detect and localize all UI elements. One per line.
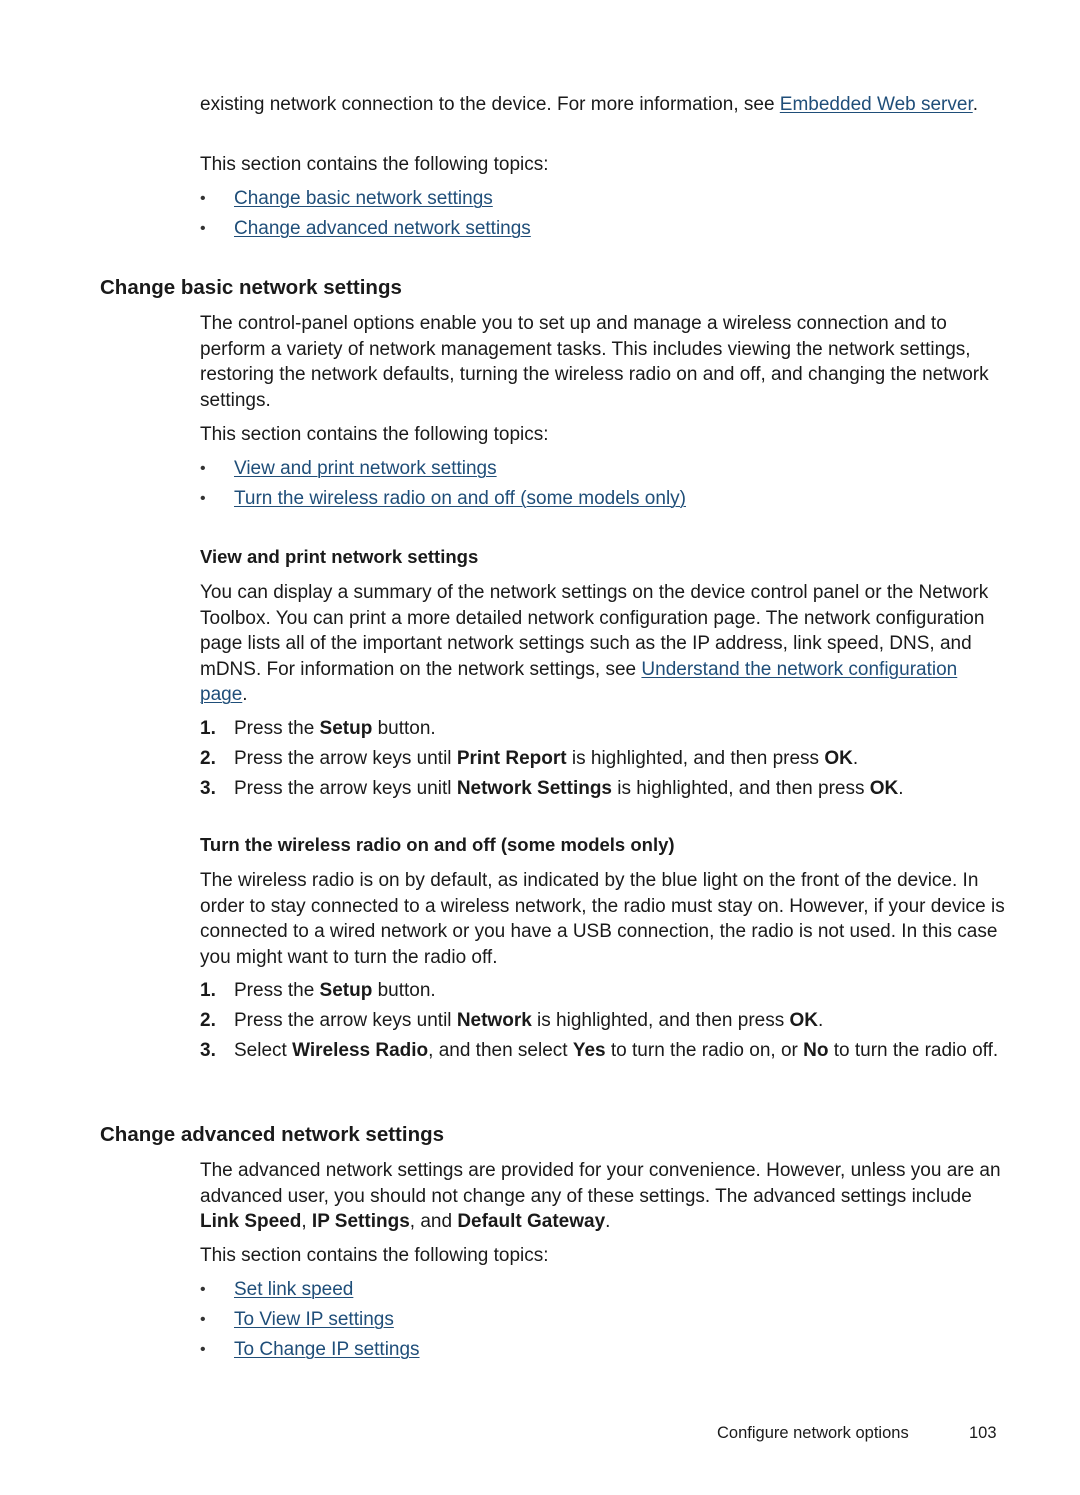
basic-topic-list: • View and print network settings • Turn t… <box>200 454 1010 514</box>
wireless-paragraph: The wireless radio is on by default, as … <box>200 870 1005 968</box>
list-item: • Set link speed <box>200 1275 1010 1305</box>
step-item: 3. Select Wireless Radio, and then select… <box>200 1038 1010 1064</box>
topic-link-view-ip[interactable]: To View IP settings <box>234 1309 394 1330</box>
advanced-topics-label: This section contains the following topi… <box>200 1245 549 1266</box>
bullet-icon: • <box>200 1311 206 1328</box>
topic-link-change-advanced[interactable]: Change advanced network settings <box>234 218 531 239</box>
topic-link-view-print[interactable]: View and print network settings <box>234 458 497 479</box>
bullet-icon: • <box>200 460 206 477</box>
emphasis-term: Wireless Radio <box>292 1040 429 1061</box>
list-item: • To View IP settings <box>200 1305 1010 1335</box>
emphasis-term: Link Speed <box>200 1211 302 1232</box>
step-number: 3. <box>200 1040 216 1061</box>
topic-link-set-link-speed[interactable]: Set link speed <box>234 1279 353 1300</box>
list-item: • To Change IP settings <box>200 1335 1010 1365</box>
subsection-heading-view-print: View and print network settings <box>200 546 479 567</box>
section-heading-advanced: Change advanced network settings <box>100 1123 445 1146</box>
topic-link-change-ip[interactable]: To Change IP settings <box>234 1339 420 1360</box>
bullet-icon: • <box>200 220 206 237</box>
step-number: 1. <box>200 980 216 1001</box>
view-print-paragraph: You can display a summary of the network… <box>200 582 989 705</box>
bullet-icon: • <box>200 1281 206 1298</box>
list-item: • Change advanced network settings <box>200 214 1010 244</box>
list-item: • View and print network settings <box>200 454 1010 484</box>
step-item: 1. Press the Setup button. <box>200 978 1010 1004</box>
section-heading-basic: Change basic network settings <box>100 276 402 299</box>
manual-page: existing network connection to the devic… <box>0 0 1080 1495</box>
emphasis-term: OK <box>824 748 853 769</box>
step-item: 1. Press the Setup button. <box>200 716 1010 742</box>
embedded-web-server-link[interactable]: Embedded Web server <box>780 94 973 115</box>
step-item: 3. Press the arrow keys unitl Network Set… <box>200 776 1010 802</box>
step-number: 3. <box>200 778 216 799</box>
emphasis-term: Setup <box>319 980 373 1001</box>
intro-topics-label: This section contains the following topi… <box>200 154 549 175</box>
basic-paragraph: The control-panel options enable you to … <box>200 313 989 411</box>
emphasis-term: OK <box>789 1010 819 1031</box>
step-item: 2. Press the arrow keys until Print Repor… <box>200 746 1010 772</box>
step-number: 2. <box>200 748 216 769</box>
step-number: 2. <box>200 1010 216 1031</box>
footer-section-title: Configure network options <box>717 1424 909 1442</box>
step-number: 1. <box>200 718 216 739</box>
basic-topics-label: This section contains the following topi… <box>200 424 549 445</box>
emphasis-term: No <box>803 1040 829 1061</box>
emphasis-term: Print Report <box>456 748 567 769</box>
emphasis-term: Network Settings <box>456 778 613 799</box>
list-item: • Turn the wireless radio on and off (som… <box>200 484 1010 514</box>
step-item: 2. Press the arrow keys until Network is … <box>200 1008 1010 1034</box>
intro-paragraph: existing network connection to the devic… <box>200 94 979 115</box>
bullet-icon: • <box>200 490 206 507</box>
intro-topic-list: • Change basic network settings • Change a… <box>200 184 1010 244</box>
topic-link-wireless-radio[interactable]: Turn the wireless radio on and off (some… <box>234 488 686 509</box>
subsection-heading-wireless: Turn the wireless radio on and off (some… <box>200 834 675 855</box>
page-number: 103 <box>969 1424 997 1442</box>
topic-link-change-basic[interactable]: Change basic network settings <box>234 188 493 209</box>
advanced-topic-list: • Set link speed • To View IP settings • To… <box>200 1275 1010 1365</box>
emphasis-term: Setup <box>319 718 373 739</box>
bullet-icon: • <box>200 1341 206 1358</box>
emphasis-term: OK <box>869 778 899 799</box>
emphasis-term: Yes <box>572 1040 606 1061</box>
view-print-steps: 1. Press the Setup button. 2. Press the arr… <box>200 716 1010 806</box>
emphasis-term: IP Settings <box>311 1211 410 1232</box>
advanced-paragraph: The advanced network settings are provid… <box>200 1160 1001 1232</box>
emphasis-term: Network <box>456 1010 532 1031</box>
emphasis-term: Default Gateway <box>457 1211 606 1232</box>
wireless-steps: 1. Press the Setup button. 2. Press the arr… <box>200 978 1010 1068</box>
bullet-icon: • <box>200 190 206 207</box>
list-item: • Change basic network settings <box>200 184 1010 214</box>
